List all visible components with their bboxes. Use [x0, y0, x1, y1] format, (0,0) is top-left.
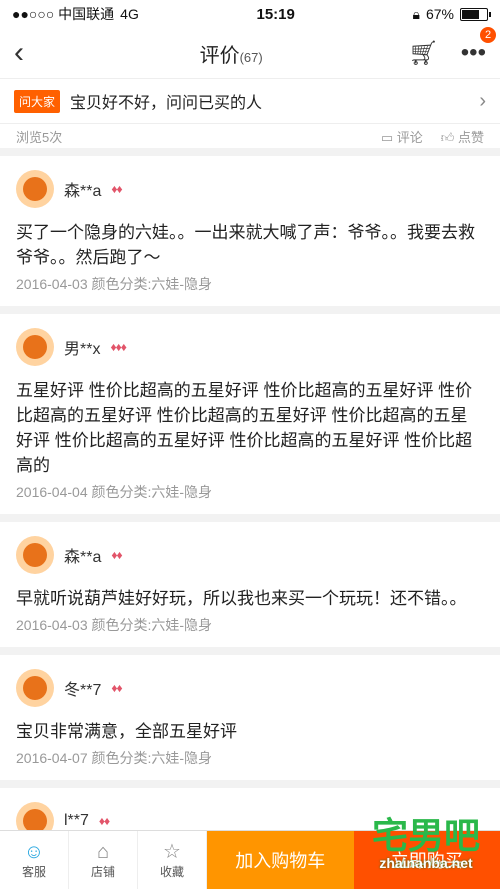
add-to-cart-button[interactable]: 加入购物车	[207, 831, 354, 889]
reviewer-name: 冬**7	[64, 682, 102, 699]
review-meta: 2016-04-04 颜色分类:六娃-隐身	[16, 484, 213, 500]
like-button[interactable]: 👍︎ 点赞	[441, 127, 484, 146]
ask-text: 宝贝好不好，问问已买的人	[70, 95, 263, 112]
avatar	[16, 669, 54, 707]
ask-tag: 问大家	[14, 89, 61, 113]
star-icon: ☆	[163, 840, 181, 863]
avatar	[16, 170, 54, 208]
favorite-button[interactable]: ☆ 收藏	[138, 831, 207, 889]
reviewer-name: 森**a	[64, 549, 102, 566]
thumb-up-icon: 👍︎	[440, 129, 455, 145]
reviewer-name: 森**a	[64, 183, 102, 200]
carrier-label: ●●○○○ 中国联通	[12, 6, 115, 22]
chevron-right-icon: ›	[479, 89, 486, 112]
review-meta: 2016-04-07 颜色分类:六娃-隐身	[16, 750, 213, 766]
review-item: 冬**7 ♦♦ 宝贝非常满意，全部五星好评 2016-04-07 颜色分类:六娃…	[0, 655, 500, 788]
back-button[interactable]: ‹	[14, 36, 54, 70]
level-icon: ♦♦	[111, 548, 122, 562]
service-button[interactable]: ☺ 客服	[0, 831, 69, 889]
battery-icon	[460, 7, 491, 21]
cart-icon[interactable]: 🛒︎	[408, 39, 438, 68]
rotation-lock-icon: 🔒︎	[412, 5, 420, 22]
chat-icon: ☺	[23, 840, 45, 863]
battery-percent: 67%	[425, 6, 454, 22]
level-icon: ♦♦	[111, 182, 122, 196]
shop-button[interactable]: ⌂ 店铺	[69, 831, 138, 889]
more-button[interactable]: ••• 2	[461, 27, 496, 67]
clock: 15:19	[256, 5, 295, 23]
review-content: 宝贝非常满意，全部五星好评	[16, 722, 237, 741]
review-item: 森**a ♦♦ 买了一个隐身的六娃。。一出来就大喊了声：爷爷。。我要去救爷爷。。…	[0, 156, 500, 314]
ask-bar[interactable]: 问大家 宝贝好不好，问问已买的人 ›	[0, 79, 500, 124]
watermark: 宅男吧 zhainanba.net	[371, 815, 480, 872]
nav-bar: ‹ 评价(67) 🛒︎ ••• 2	[0, 27, 500, 79]
comment-button[interactable]: ▭ 评论	[381, 127, 423, 146]
review-content: 早就听说葫芦娃好好玩，所以我也来买一个玩玩！还不错。。	[16, 589, 467, 608]
shop-icon: ⌂	[96, 840, 110, 863]
level-icon: ♦♦♦	[110, 340, 126, 354]
network-label: 4G	[120, 6, 139, 22]
avatar	[16, 328, 54, 366]
review-count: (67)	[239, 49, 263, 65]
review-item: 男**x ♦♦♦ 五星好评 性价比超高的五星好评 性价比超高的五星好评 性价比超…	[0, 314, 500, 522]
browse-row: 浏览5次 ▭ 评论 👍︎ 点赞	[0, 124, 500, 156]
reviewer-name: l**7	[64, 812, 89, 829]
page-title: 评价(67)	[199, 44, 263, 67]
status-bar: ●●○○○ 中国联通 4G 15:19 🔒︎ 67%	[0, 0, 500, 28]
review-content: 买了一个隐身的六娃。。一出来就大喊了声：爷爷。。我要去救爷爷。。然后跑了～	[16, 223, 475, 267]
level-icon: ♦♦	[98, 814, 110, 828]
comment-icon: ▭	[380, 129, 394, 145]
review-meta: 2016-04-03 颜色分类:六娃-隐身	[16, 617, 213, 633]
review-list: 森**a ♦♦ 买了一个隐身的六娃。。一出来就大喊了声：爷爷。。我要去救爷爷。。…	[0, 156, 500, 872]
browse-count: 浏览5次	[16, 129, 63, 145]
review-item: 森**a ♦♦ 早就听说葫芦娃好好玩，所以我也来买一个玩玩！还不错。。 2016…	[0, 522, 500, 655]
review-content: 五星好评 性价比超高的五星好评 性价比超高的五星好评 性价比超高的五星好评 性价…	[16, 381, 473, 475]
reviewer-name: 男**x	[64, 341, 101, 358]
notification-badge: 2	[480, 27, 496, 43]
level-icon: ♦♦	[111, 681, 122, 695]
review-meta: 2016-04-03 颜色分类:六娃-隐身	[16, 276, 213, 292]
avatar	[16, 536, 54, 574]
